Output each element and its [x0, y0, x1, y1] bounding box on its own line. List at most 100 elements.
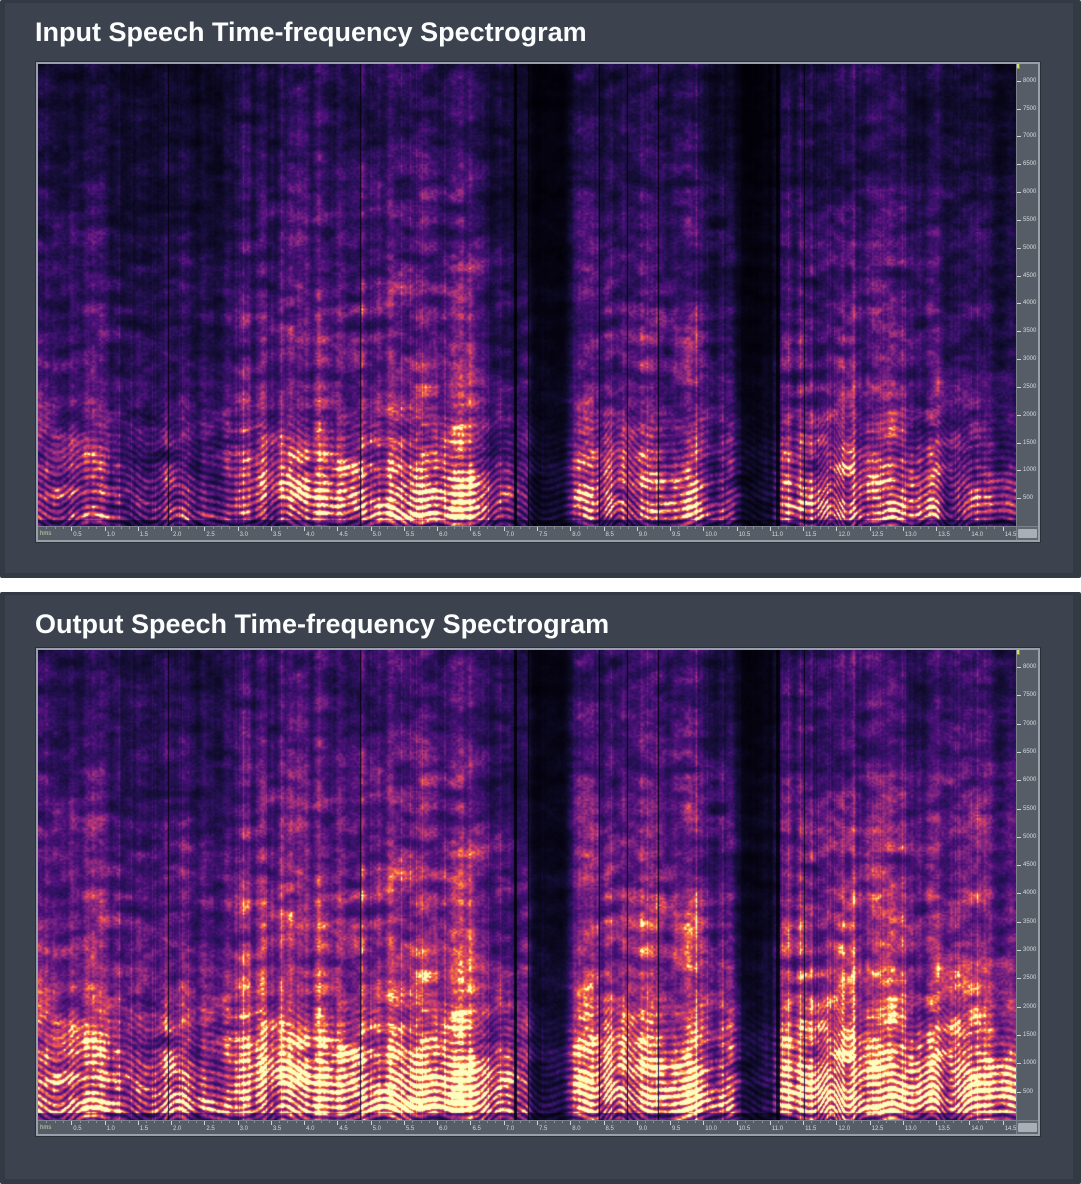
time-minor-tick [354, 527, 355, 529]
time-tick-label: 0.5 [73, 1126, 81, 1132]
time-minor-tick [562, 1121, 563, 1123]
time-tick-label: 14.0 [971, 1126, 983, 1132]
scrollbar-thumb[interactable] [1018, 529, 1037, 538]
time-minor-tick [762, 1121, 763, 1123]
time-tick [903, 1121, 904, 1125]
time-minor-tick [928, 1121, 929, 1123]
time-minor-tick [346, 1121, 347, 1123]
playhead-marker-icon[interactable] [1016, 64, 1020, 69]
time-tick-label: 8.5 [606, 1126, 614, 1132]
freq-tick [1017, 667, 1021, 668]
time-tick-label: 10.5 [739, 532, 751, 538]
time-tick [304, 1121, 305, 1125]
time-minor-tick [321, 1121, 322, 1123]
time-minor-tick [329, 527, 330, 529]
freq-tick [1017, 331, 1021, 332]
time-tick-label: 5.0 [373, 532, 381, 538]
time-tick [404, 1121, 405, 1125]
time-minor-tick [562, 527, 563, 529]
time-minor-tick [154, 527, 155, 529]
output-spectrogram-canvas[interactable] [38, 650, 1016, 1120]
time-tick-label: 13.0 [905, 1126, 917, 1132]
time-minor-tick [853, 527, 854, 529]
time-minor-tick [46, 1121, 47, 1123]
time-tick [504, 527, 505, 531]
time-tick-label: 7.0 [506, 532, 514, 538]
freq-tick-label: 8000 [1023, 78, 1036, 84]
time-minor-tick [595, 1121, 596, 1123]
freq-tick-label: 4500 [1023, 273, 1036, 279]
freq-tick-label: 5500 [1023, 806, 1036, 812]
time-tick [969, 1121, 970, 1125]
time-minor-tick [121, 1121, 122, 1123]
time-tick [337, 1121, 338, 1125]
time-tick-label: 8.5 [606, 532, 614, 538]
time-tick-label: 9.0 [639, 532, 647, 538]
time-minor-tick [579, 1121, 580, 1123]
freq-tick [1017, 922, 1021, 923]
freq-tick [1017, 752, 1021, 753]
input-panel-title: Input Speech Time-frequency Spectrogram [35, 17, 587, 48]
time-minor-tick [246, 1121, 247, 1123]
time-minor-tick [129, 527, 130, 529]
time-minor-tick [712, 1121, 713, 1123]
time-minor-tick [529, 1121, 530, 1123]
freq-tick-label: 5000 [1023, 834, 1036, 840]
time-tick [604, 1121, 605, 1125]
time-minor-tick [953, 527, 954, 529]
time-minor-tick [296, 1121, 297, 1123]
time-minor-tick [645, 1121, 646, 1123]
time-minor-tick [188, 527, 189, 529]
scrollbar-thumb[interactable] [1018, 1123, 1037, 1132]
freq-tick-label: 4000 [1023, 300, 1036, 306]
time-minor-tick [628, 1121, 629, 1123]
time-minor-tick [928, 527, 929, 529]
figure-page: Input Speech Time-frequency Spectrogram … [0, 0, 1081, 1184]
freq-tick-label: 1000 [1023, 1060, 1036, 1066]
time-tick [537, 1121, 538, 1125]
time-unit-label: hms [40, 1125, 51, 1131]
input-time-ruler[interactable]: hms 0.51.01.52.02.53.03.54.04.55.05.56.0… [38, 526, 1016, 540]
time-tick [737, 527, 738, 531]
time-minor-tick [554, 527, 555, 529]
time-minor-tick [786, 1121, 787, 1123]
time-minor-tick [811, 1121, 812, 1123]
time-minor-tick [579, 527, 580, 529]
input-spectrogram-canvas[interactable] [38, 64, 1016, 526]
output-frequency-ruler[interactable]: 8000750070006500600055005000450040003500… [1016, 650, 1038, 1120]
time-minor-tick [678, 527, 679, 529]
time-minor-tick [387, 1121, 388, 1123]
time-minor-tick [845, 1121, 846, 1123]
freq-tick-label: 7000 [1023, 721, 1036, 727]
freq-tick [1017, 1035, 1021, 1036]
time-minor-tick [396, 527, 397, 529]
freq-tick-label: 1500 [1023, 1032, 1036, 1038]
time-minor-tick [421, 1121, 422, 1123]
freq-tick-label: 2500 [1023, 384, 1036, 390]
time-minor-tick [878, 1121, 879, 1123]
time-tick-label: 8.0 [572, 532, 580, 538]
time-tick-label: 9.5 [672, 532, 680, 538]
time-tick-label: 12.0 [838, 1126, 850, 1132]
freq-tick-label: 3000 [1023, 356, 1036, 362]
time-minor-tick [728, 1121, 729, 1123]
time-minor-tick [329, 1121, 330, 1123]
time-minor-tick [886, 1121, 887, 1123]
time-minor-tick [254, 1121, 255, 1123]
time-minor-tick [653, 527, 654, 529]
time-minor-tick [753, 527, 754, 529]
time-minor-tick [595, 527, 596, 529]
output-time-ruler[interactable]: hms 0.51.01.52.02.53.03.54.04.55.05.56.0… [38, 1120, 1016, 1134]
time-tick [504, 1121, 505, 1125]
input-frequency-ruler[interactable]: 8000750070006500600055005000450040003500… [1016, 64, 1038, 526]
time-minor-tick [80, 1121, 81, 1123]
time-tick [138, 527, 139, 531]
time-minor-tick [113, 527, 114, 529]
time-minor-tick [978, 1121, 979, 1123]
time-tick-label: 13.0 [905, 532, 917, 538]
time-tick [803, 527, 804, 531]
playhead-marker-icon[interactable] [1016, 650, 1020, 655]
time-minor-tick [487, 527, 488, 529]
freq-tick [1017, 248, 1021, 249]
time-minor-tick [811, 527, 812, 529]
